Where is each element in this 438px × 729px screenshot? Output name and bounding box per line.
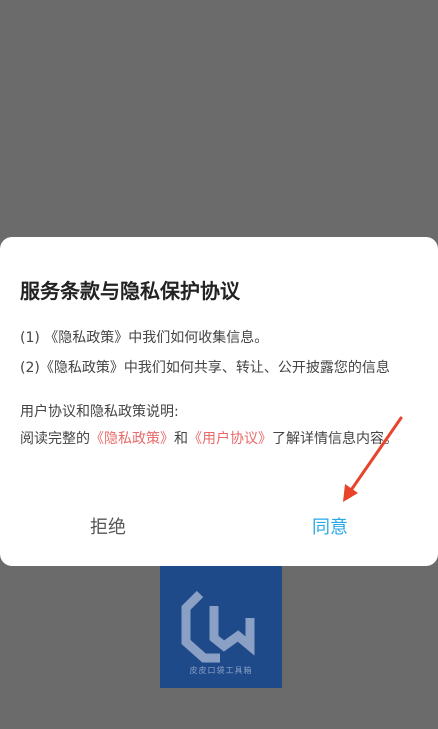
privacy-point-2: (2)《隐私政策》中我们如何共享、转让、公开披露您的信息 xyxy=(20,360,390,376)
para-suffix: 了解详情信息内容。 xyxy=(272,431,398,447)
privacy-point-1: (1) 《隐私政策》中我们如何收集信息。 xyxy=(20,330,269,346)
refuse-button[interactable]: 拒绝 xyxy=(90,513,126,539)
agreement-subhead: 用户协议和隐私政策说明: xyxy=(20,404,179,420)
privacy-policy-link[interactable]: 《隐私政策》 xyxy=(90,431,174,447)
agree-button[interactable]: 同意 xyxy=(312,513,348,539)
app-logo: 皮皮口袋工具箱 xyxy=(160,566,282,688)
dialog-title: 服务条款与隐私保护协议 xyxy=(20,279,240,303)
privacy-dialog: 服务条款与隐私保护协议 (1) 《隐私政策》中我们如何收集信息。 (2)《隐私政… xyxy=(0,237,438,566)
user-agreement-link[interactable]: 《用户协议》 xyxy=(188,431,272,447)
para-and: 和 xyxy=(174,431,188,447)
logo-caption: 皮皮口袋工具箱 xyxy=(189,666,253,675)
para-prefix: 阅读完整的 xyxy=(20,431,90,447)
agreement-paragraph: 阅读完整的《隐私政策》和《用户协议》了解详情信息内容。 xyxy=(20,431,405,448)
